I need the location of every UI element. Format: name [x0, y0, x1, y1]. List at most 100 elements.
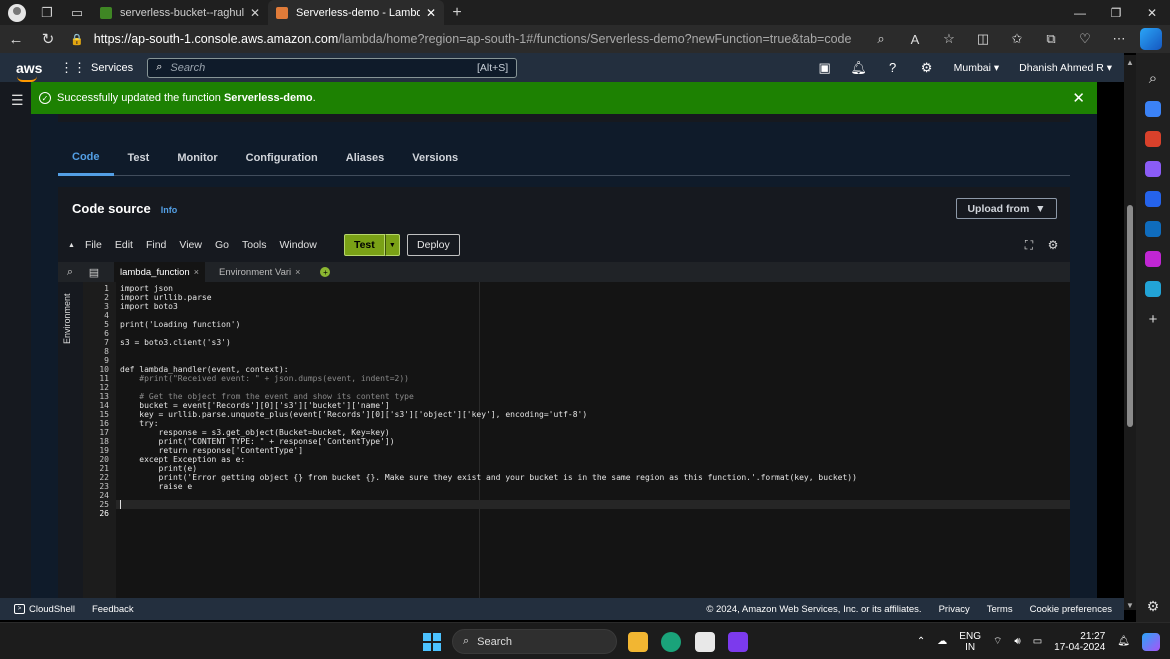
tab-monitor[interactable]: Monitor	[163, 140, 231, 176]
file-tab-environment[interactable]: Environment Vari ×	[213, 262, 306, 282]
help-icon[interactable]: ?	[876, 60, 910, 75]
sidebar-search-icon[interactable]: ⌕	[1145, 70, 1161, 87]
collapse-triangle-icon[interactable]: ▲	[68, 242, 75, 249]
copilot-icon[interactable]	[1140, 28, 1162, 50]
workspaces-icon[interactable]: ❐	[32, 0, 62, 25]
menu-file[interactable]: File	[85, 239, 102, 251]
minimize-icon[interactable]: —	[1062, 6, 1098, 20]
browser-tab-lambda[interactable]: Serverless-demo - Lambda ✕	[268, 0, 444, 25]
menu-hamburger-icon[interactable]: ☰	[11, 92, 24, 109]
favorite-star-icon[interactable]: ☆	[932, 31, 966, 47]
url-field[interactable]: 🔒 https://ap-south-1.console.aws.amazon.…	[70, 28, 860, 50]
menu-edit[interactable]: Edit	[115, 239, 133, 251]
battery-icon[interactable]: ▭	[1033, 636, 1042, 647]
heart-icon[interactable]: ♡	[1068, 31, 1102, 47]
privacy-link[interactable]: Privacy	[939, 604, 970, 615]
scroll-up-icon[interactable]: ▲	[1126, 58, 1134, 67]
tab-code[interactable]: Code	[58, 140, 114, 176]
close-file-icon[interactable]: ×	[194, 267, 199, 277]
search-icon[interactable]: ⌕	[58, 266, 82, 279]
edge-browser-icon[interactable]	[661, 632, 681, 652]
language-indicator[interactable]: ENG IN	[959, 631, 981, 653]
file-tab-lambda-function[interactable]: lambda_function ×	[114, 262, 205, 282]
more-icon[interactable]: ⋯	[1102, 31, 1136, 47]
wifi-icon[interactable]: ⌔	[993, 636, 1002, 647]
menu-view[interactable]: View	[179, 239, 202, 251]
copilot-taskbar-icon[interactable]	[1142, 632, 1160, 651]
new-tab-icon[interactable]: +	[444, 4, 470, 22]
close-tab-icon[interactable]: ✕	[250, 6, 260, 20]
clock[interactable]: 21:27 17-04-2024	[1054, 631, 1105, 653]
tray-chevron-icon[interactable]: ⌃	[917, 636, 925, 647]
favorites-icon[interactable]: ✩	[1000, 31, 1034, 47]
games-icon[interactable]	[1145, 161, 1161, 177]
page-scrollbar[interactable]: ▲ ▼	[1124, 55, 1136, 610]
close-window-icon[interactable]: ✕	[1134, 6, 1170, 20]
deploy-button[interactable]: Deploy	[406, 234, 460, 256]
notifications-bell-icon[interactable]: 🔔︎	[842, 60, 876, 76]
cookie-preferences-link[interactable]: Cookie preferences	[1030, 604, 1112, 615]
tab-versions[interactable]: Versions	[398, 140, 472, 176]
services-menu[interactable]: ⋮⋮ Services	[60, 60, 133, 76]
environment-tab[interactable]: Environment	[62, 284, 76, 344]
info-link[interactable]: Info	[161, 205, 178, 215]
read-aloud-icon[interactable]: A	[898, 32, 932, 47]
scroll-thumb[interactable]	[1127, 205, 1133, 427]
microsoft-store-icon[interactable]	[695, 632, 715, 652]
tab-aliases[interactable]: Aliases	[332, 140, 399, 176]
maximize-icon[interactable]: ❐	[1098, 6, 1134, 20]
user-menu[interactable]: Dhanish Ahmed R ▾	[1019, 62, 1112, 74]
designer-icon[interactable]	[1145, 251, 1161, 267]
aws-logo[interactable]: aws	[16, 61, 50, 82]
sidebar-settings-icon[interactable]: ⚙	[1147, 598, 1160, 615]
profile-avatar-icon[interactable]	[8, 3, 26, 22]
test-button[interactable]: Test	[343, 234, 385, 256]
line-number: 20	[99, 455, 109, 464]
aws-search-input[interactable]: ⌕ Search [Alt+S]	[147, 57, 518, 78]
tools-briefcase-icon[interactable]	[1145, 131, 1161, 147]
onedrive-icon[interactable]: ☁	[937, 636, 947, 647]
cloudshell-link[interactable]: > CloudShell	[14, 604, 75, 615]
fullscreen-icon[interactable]: ⛶	[1017, 238, 1041, 253]
menu-tools[interactable]: Tools	[242, 239, 267, 251]
file-explorer-icon[interactable]	[628, 632, 648, 652]
settings-gear-icon[interactable]: ⚙	[910, 60, 944, 76]
feedback-link[interactable]: Feedback	[92, 604, 134, 615]
menu-window[interactable]: Window	[280, 239, 317, 251]
close-file-icon[interactable]: ×	[295, 267, 300, 277]
tab-actions-icon[interactable]: ▭	[62, 0, 92, 25]
add-sidebar-icon[interactable]: +	[1145, 311, 1161, 328]
close-tab-icon[interactable]: ✕	[426, 6, 436, 20]
zoom-icon[interactable]: ⌕	[864, 31, 898, 47]
outlook-icon[interactable]	[1145, 221, 1161, 237]
send-icon[interactable]	[1145, 281, 1161, 297]
region-selector[interactable]: Mumbai ▾	[954, 62, 1000, 74]
back-icon[interactable]: ←	[0, 31, 32, 48]
menu-find[interactable]: Find	[146, 239, 166, 251]
copilot-sidebar-icon[interactable]	[1145, 191, 1161, 207]
file-tree-icon[interactable]: ▤	[82, 266, 106, 279]
close-icon[interactable]: ✕	[1072, 89, 1085, 107]
code-editor[interactable]: 1 import json 2 import urllib.parse 3 import …	[83, 282, 1070, 598]
cloudshell-icon[interactable]: ▣	[808, 60, 842, 76]
test-dropdown-icon[interactable]: ▼	[384, 234, 400, 256]
scroll-down-icon[interactable]: ▼	[1126, 601, 1134, 610]
vpn-app-icon[interactable]	[728, 632, 748, 652]
main-content: ✓ Successfully updated the function Serv…	[31, 82, 1097, 598]
browser-tab-s3[interactable]: serverless-bucket--raghul - S3 bu ✕	[92, 0, 268, 25]
tab-configuration[interactable]: Configuration	[232, 140, 332, 176]
windows-start-icon[interactable]	[423, 633, 441, 651]
terms-link[interactable]: Terms	[987, 604, 1013, 615]
volume-icon[interactable]: 🔊︎	[1014, 636, 1020, 647]
refresh-icon[interactable]: ↻	[32, 30, 64, 48]
add-file-tab-icon[interactable]: +	[320, 267, 331, 277]
notification-bell-icon[interactable]: 🔔︎	[1117, 636, 1130, 647]
taskbar-search[interactable]: ⌕ Search	[452, 629, 617, 654]
split-screen-icon[interactable]: ◫	[966, 31, 1000, 47]
menu-go[interactable]: Go	[215, 239, 229, 251]
shopping-tag-icon[interactable]	[1145, 101, 1161, 117]
tab-test[interactable]: Test	[114, 140, 164, 176]
collections-icon[interactable]: ⧉	[1034, 31, 1068, 47]
upload-from-button[interactable]: Upload from ▼	[956, 198, 1057, 219]
ide-settings-gear-icon[interactable]: ⚙	[1041, 238, 1065, 253]
